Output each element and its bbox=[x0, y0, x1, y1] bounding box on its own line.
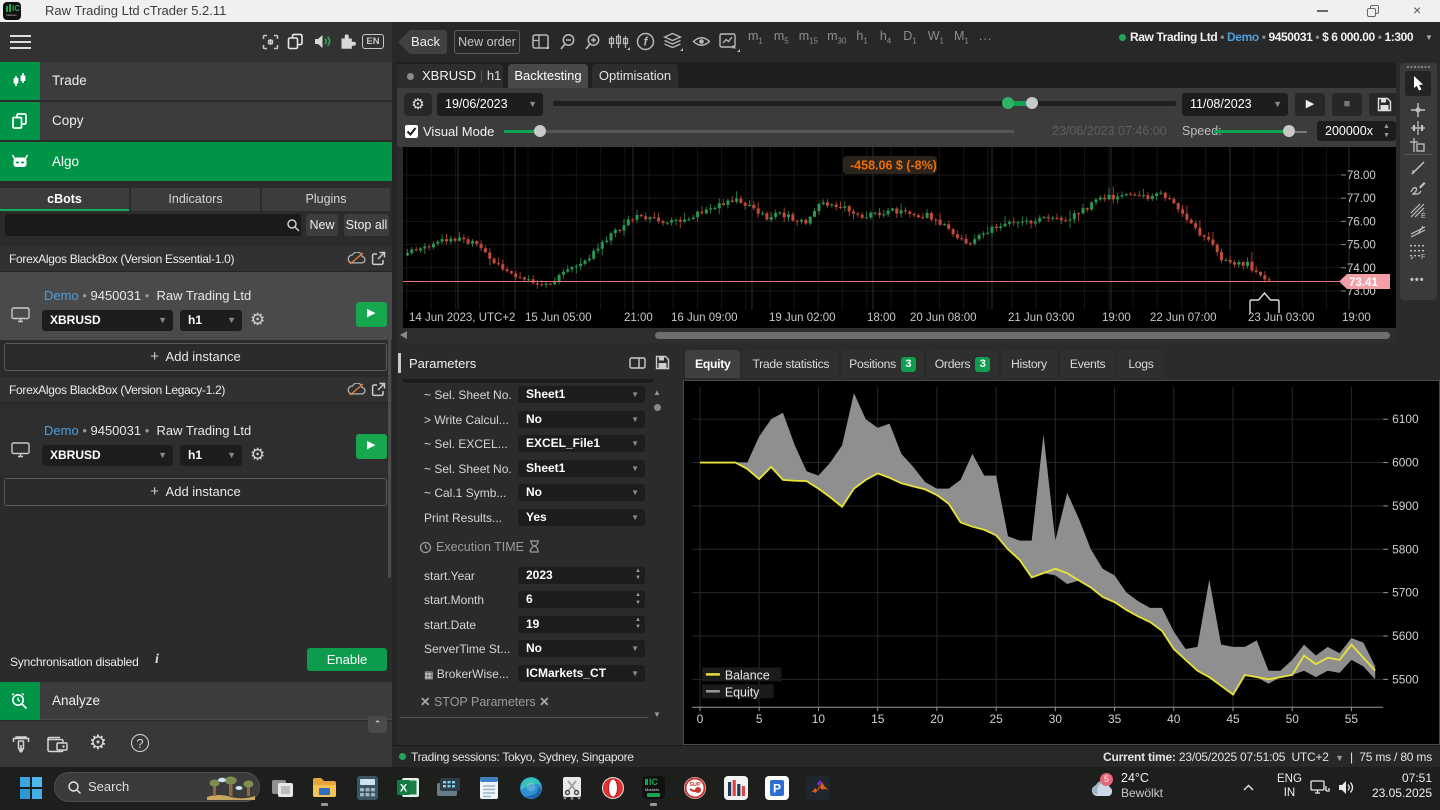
svg-text:14 Jun 2023, UTC+2: 14 Jun 2023, UTC+2 bbox=[409, 312, 515, 324]
svg-text:55: 55 bbox=[1345, 712, 1359, 726]
svg-text:5600: 5600 bbox=[1392, 629, 1419, 643]
svg-text:75.00: 75.00 bbox=[1347, 240, 1376, 252]
svg-text:5700: 5700 bbox=[1392, 586, 1419, 600]
svg-text:6000: 6000 bbox=[1392, 456, 1419, 470]
svg-text:45: 45 bbox=[1226, 712, 1240, 726]
svg-text:F: F bbox=[1421, 254, 1425, 261]
svg-text:74.00: 74.00 bbox=[1347, 263, 1376, 275]
svg-text:6100: 6100 bbox=[1392, 412, 1419, 426]
svg-text:-458.06 $ (-8%): -458.06 $ (-8%) bbox=[850, 159, 937, 173]
svg-text:77.00: 77.00 bbox=[1347, 193, 1376, 205]
svg-text:20 Jun 08:00: 20 Jun 08:00 bbox=[910, 312, 977, 324]
svg-text:5: 5 bbox=[756, 712, 763, 726]
svg-text:19:00: 19:00 bbox=[1102, 312, 1131, 324]
svg-text:5900: 5900 bbox=[1392, 499, 1419, 513]
svg-text:15 Jun 05:00: 15 Jun 05:00 bbox=[525, 312, 592, 324]
svg-text:21:00: 21:00 bbox=[624, 312, 653, 324]
svg-text:X: X bbox=[400, 783, 408, 795]
svg-text:0: 0 bbox=[697, 712, 704, 726]
svg-text:Balance: Balance bbox=[725, 668, 770, 682]
svg-text:30: 30 bbox=[1049, 712, 1063, 726]
svg-text:19:00: 19:00 bbox=[1342, 312, 1371, 324]
svg-text:40: 40 bbox=[1167, 712, 1181, 726]
svg-text:15: 15 bbox=[871, 712, 885, 726]
svg-text:Equity: Equity bbox=[725, 685, 760, 699]
svg-text:É: É bbox=[1421, 211, 1426, 220]
svg-text:21 Jun 03:00: 21 Jun 03:00 bbox=[1008, 312, 1075, 324]
svg-text:73.41: 73.41 bbox=[1349, 277, 1378, 289]
svg-text:35: 35 bbox=[1108, 712, 1122, 726]
svg-text:20: 20 bbox=[930, 712, 944, 726]
svg-text:76.00: 76.00 bbox=[1347, 216, 1376, 228]
svg-text:P: P bbox=[773, 782, 781, 796]
svg-text:SUP: SUP bbox=[689, 782, 701, 788]
svg-text:50: 50 bbox=[1286, 712, 1300, 726]
svg-text:25: 25 bbox=[990, 712, 1004, 726]
svg-text:5500: 5500 bbox=[1392, 672, 1419, 686]
svg-text:f: f bbox=[644, 37, 649, 49]
svg-text:23 Jun 03:00: 23 Jun 03:00 bbox=[1248, 312, 1315, 324]
svg-text:5800: 5800 bbox=[1392, 542, 1419, 556]
svg-text:19 Jun 02:00: 19 Jun 02:00 bbox=[769, 312, 836, 324]
svg-text:16 Jun 09:00: 16 Jun 09:00 bbox=[671, 312, 738, 324]
svg-text:78.00: 78.00 bbox=[1347, 170, 1376, 182]
svg-text:18:00: 18:00 bbox=[867, 312, 896, 324]
svg-text:22 Jun 07:00: 22 Jun 07:00 bbox=[1150, 312, 1217, 324]
svg-text:10: 10 bbox=[812, 712, 826, 726]
